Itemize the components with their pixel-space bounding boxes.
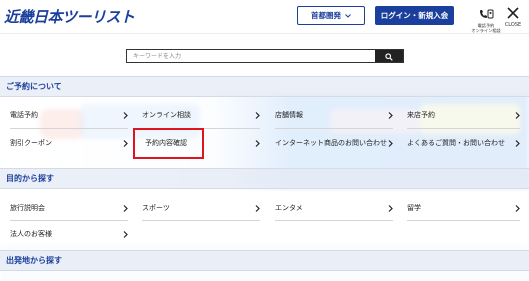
- divider: [142, 220, 260, 221]
- chevron-right-icon: [122, 230, 128, 238]
- highlight-box: [133, 128, 204, 159]
- menu-item-label: 電話予約: [10, 110, 38, 119]
- chevron-down-icon: [345, 11, 351, 20]
- chevron-right-icon: [254, 139, 260, 147]
- region-select-label: 首都圏発: [311, 11, 341, 20]
- menu-item-online-consult[interactable]: オンライン相談: [142, 105, 260, 125]
- menu-item-sports[interactable]: スポーツ: [142, 198, 260, 218]
- divider: [275, 220, 393, 221]
- chevron-right-icon: [122, 139, 128, 147]
- chevron-right-icon: [514, 139, 520, 147]
- divider: [10, 128, 128, 129]
- chevron-right-icon: [387, 204, 393, 212]
- menu-item-label: エンタメ: [275, 203, 303, 212]
- region-select-button[interactable]: 首都圏発: [297, 6, 365, 25]
- divider: [10, 220, 128, 221]
- close-icon: [507, 4, 519, 23]
- menu-item-entertainment[interactable]: エンタメ: [275, 198, 393, 218]
- menu-item-label: 来店予約: [407, 110, 435, 119]
- chevron-right-icon: [254, 204, 260, 212]
- close-caption: CLOSE: [504, 22, 522, 28]
- menu-item-corporate[interactable]: 法人のお客様: [10, 224, 128, 244]
- menu-item-label: 留学: [407, 203, 421, 212]
- divider: [407, 128, 520, 129]
- menu-item-discount-coupon[interactable]: 割引クーポン: [10, 133, 128, 153]
- search-icon: [385, 49, 393, 64]
- section-reservation-heading: ご予約について: [0, 76, 529, 97]
- menu-item-store-info[interactable]: 店舗情報: [275, 105, 393, 125]
- menu-item-visit-reservation[interactable]: 来店予約: [407, 105, 520, 125]
- search-input[interactable]: [127, 50, 375, 62]
- menu-item-label: 割引クーポン: [10, 138, 52, 147]
- search-button[interactable]: [375, 50, 403, 62]
- section-departure-heading: 出発地から探す: [0, 250, 529, 271]
- chevron-right-icon: [514, 111, 520, 119]
- menu-item-label: オンライン相談: [142, 110, 191, 119]
- phone-caption-2: オンライン相談: [471, 28, 501, 33]
- close-menu-button[interactable]: CLOSE: [500, 4, 526, 30]
- login-button[interactable]: ログイン・新規入会: [375, 6, 454, 25]
- search-box: [126, 49, 404, 63]
- menu-item-label: インターネット商品のお問い合わせ: [275, 138, 387, 147]
- menu-item-label: よくあるご質問・お問い合わせ: [407, 138, 505, 147]
- menu-item-travel-seminar[interactable]: 旅行説明会: [10, 198, 128, 218]
- chevron-right-icon: [122, 204, 128, 212]
- chevron-right-icon: [514, 204, 520, 212]
- chevron-right-icon: [254, 111, 260, 119]
- menu-item-label: 旅行説明会: [10, 203, 45, 212]
- site-header: 近畿日本ツーリスト 首都圏発 ログイン・新規入会 電話予約 オンライン相談 CL…: [0, 0, 529, 34]
- menu-item-label: 店舗情報: [275, 110, 303, 119]
- menu-item-study-abroad[interactable]: 留学: [407, 198, 520, 218]
- menu-item-label: 法人のお客様: [10, 229, 52, 238]
- menu-item-phone-reservation[interactable]: 電話予約: [10, 105, 128, 125]
- menu-item-internet-inquiry[interactable]: インターネット商品のお問い合わせ: [275, 130, 393, 156]
- chevron-right-icon: [387, 139, 393, 147]
- menu-item-label: スポーツ: [142, 203, 170, 212]
- phone-icon: [478, 4, 494, 23]
- logo[interactable]: 近畿日本ツーリスト: [4, 6, 135, 27]
- menu-item-faq[interactable]: よくあるご質問・お問い合わせ: [407, 133, 520, 153]
- phone-consult-button[interactable]: 電話予約 オンライン相談: [471, 4, 501, 33]
- section-purpose-heading: 目的から探す: [0, 168, 529, 189]
- divider: [275, 128, 393, 129]
- mega-menu: ご予約について 電話予約 オンライン相談 店舗情報 来店予約 割引クーポン 予約…: [0, 34, 529, 281]
- chevron-right-icon: [122, 111, 128, 119]
- chevron-right-icon: [387, 111, 393, 119]
- divider: [407, 220, 520, 221]
